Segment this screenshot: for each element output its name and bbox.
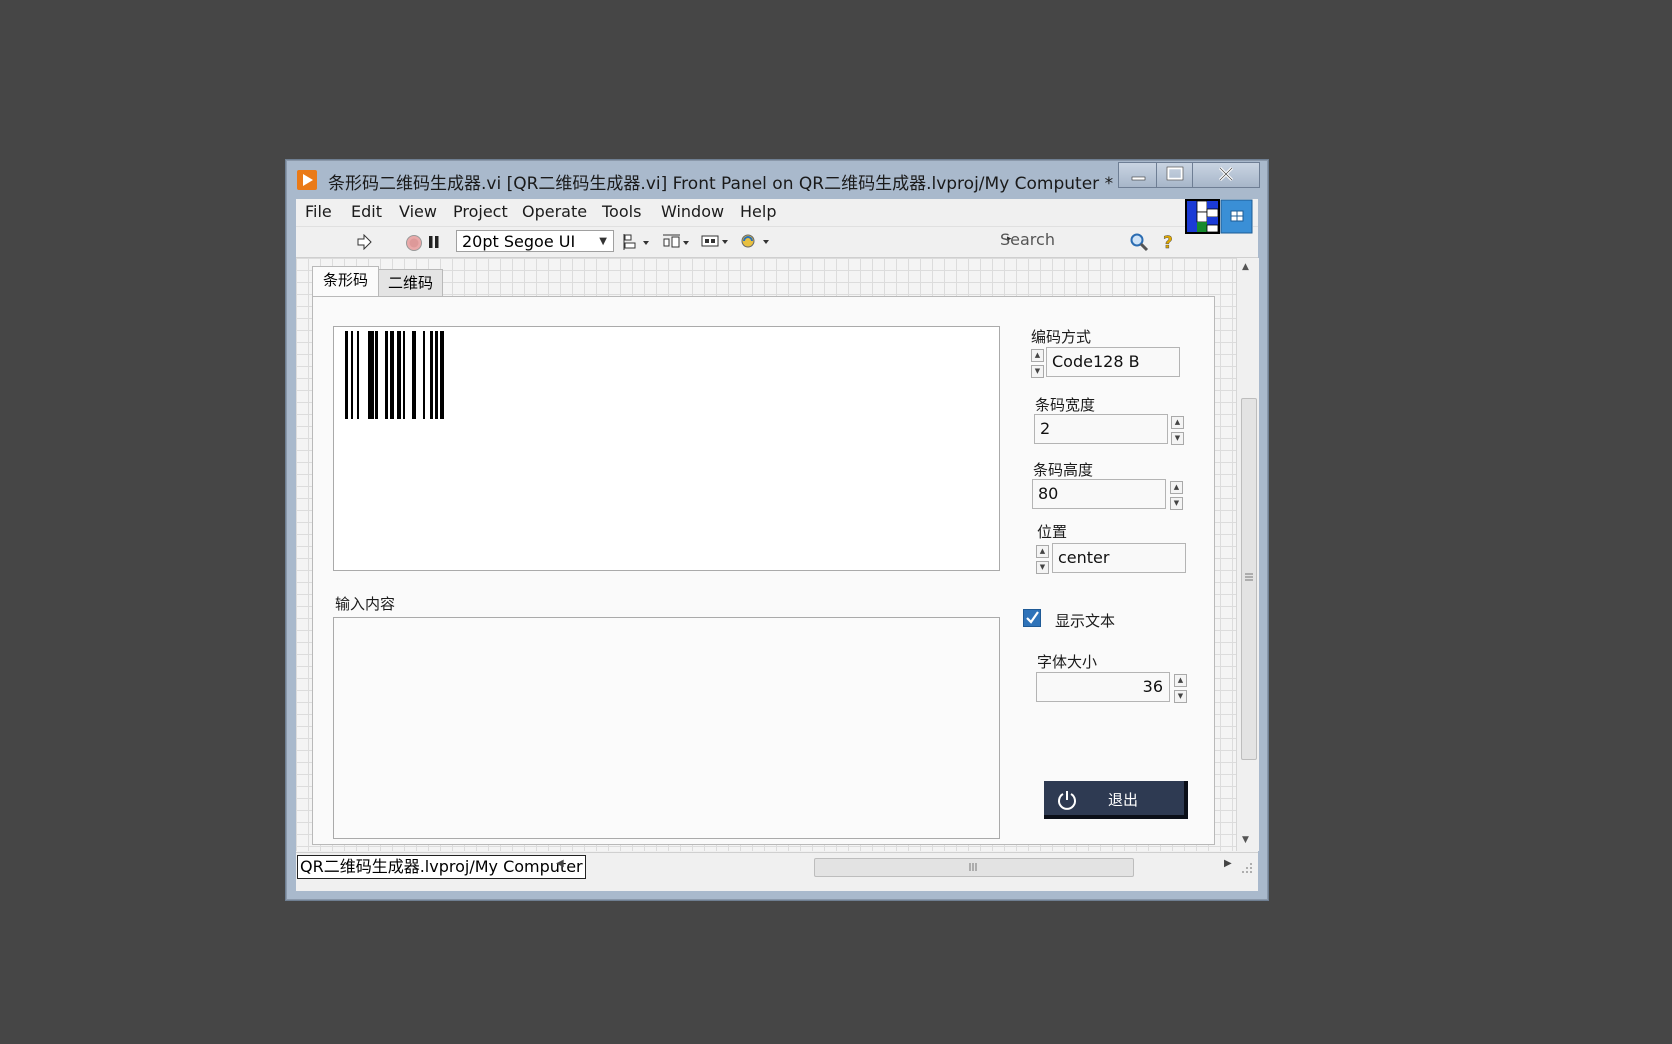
- decrement-arrow-icon[interactable]: ▼: [1036, 561, 1049, 574]
- minimize-button[interactable]: [1118, 162, 1158, 188]
- font-select[interactable]: 20pt Segoe UI ▼: [456, 230, 614, 252]
- distribute-objects-icon[interactable]: [662, 233, 690, 251]
- vi-icon-pane[interactable]: [1185, 199, 1253, 239]
- title-bar[interactable]: 条形码二维码生成器.vi [QR二维码生成器.vi] Front Panel o…: [286, 160, 1268, 194]
- bar-width-label: 条码宽度: [1035, 396, 1096, 414]
- scroll-up-icon[interactable]: ▲: [1242, 262, 1249, 272]
- search-icon[interactable]: [1129, 232, 1149, 252]
- menu-file[interactable]: File: [305, 202, 332, 221]
- increment-arrow-icon[interactable]: ▲: [1170, 481, 1183, 494]
- font-size-label: 字体大小: [1037, 653, 1098, 671]
- vi-connector-icon: [1185, 199, 1253, 234]
- tab-qrcode[interactable]: 二维码: [378, 269, 443, 296]
- scroll-down-icon[interactable]: ▼: [1242, 835, 1249, 845]
- menu-tools[interactable]: Tools: [602, 202, 641, 221]
- position-label: 位置: [1037, 523, 1068, 541]
- horizontal-scroll-thumb[interactable]: [814, 858, 1134, 877]
- scroll-left-icon[interactable]: ◀: [556, 858, 564, 869]
- menu-edit[interactable]: Edit: [351, 202, 382, 221]
- barcode-display: [333, 326, 1000, 571]
- font-size-field[interactable]: 36: [1036, 672, 1170, 702]
- quit-label: 退出: [1108, 791, 1139, 809]
- increment-arrow-icon[interactable]: ▲: [1031, 349, 1044, 362]
- bar-height-label: 条码高度: [1033, 461, 1094, 479]
- window-title: 条形码二维码生成器.vi [QR二维码生成器.vi] Front Panel o…: [328, 174, 1114, 194]
- quit-button[interactable]: 退出: [1044, 781, 1188, 819]
- front-panel: 条形码 二维码 输入内容 编码方式 ▲ ▼ Code128 B 条码宽度 2 ▲…: [296, 258, 1236, 851]
- decrement-arrow-icon[interactable]: ▼: [1174, 690, 1187, 703]
- increment-arrow-icon[interactable]: ▲: [1171, 416, 1184, 429]
- show-text-checkbox[interactable]: [1023, 609, 1041, 627]
- labview-window: 条形码二维码生成器.vi [QR二维码生成器.vi] Front Panel o…: [285, 159, 1269, 901]
- bar-width-field[interactable]: 2: [1034, 414, 1168, 444]
- align-objects-icon[interactable]: [623, 233, 651, 251]
- power-icon: [1058, 791, 1076, 810]
- scroll-right-icon[interactable]: ▶: [1224, 858, 1232, 869]
- close-button[interactable]: [1192, 162, 1260, 188]
- encoding-ring[interactable]: Code128 B: [1046, 347, 1180, 377]
- menu-help[interactable]: Help: [740, 202, 776, 221]
- menu-bar: File Edit View Project Operate Tools Win…: [296, 199, 1258, 227]
- svg-text:?: ?: [1163, 233, 1173, 252]
- pause-icon[interactable]: [427, 235, 441, 249]
- resize-grip-icon[interactable]: [1240, 861, 1254, 875]
- menu-operate[interactable]: Operate: [522, 202, 587, 221]
- content-input[interactable]: [333, 617, 1000, 839]
- position-stepper[interactable]: ▲ ▼: [1036, 545, 1050, 575]
- project-path[interactable]: QR二维码生成器.lvproj/My Computer: [297, 855, 586, 879]
- encoding-stepper[interactable]: ▲ ▼: [1031, 349, 1045, 379]
- vertical-scrollbar[interactable]: ▲ ▼: [1236, 258, 1259, 851]
- tab-page-barcode: 输入内容 编码方式 ▲ ▼ Code128 B 条码宽度 2 ▲ ▼ 条码高度: [312, 296, 1215, 845]
- decrement-arrow-icon[interactable]: ▼: [1170, 497, 1183, 510]
- checkmark-icon: [1026, 611, 1039, 624]
- toolbar: 20pt Segoe UI ▼ ▸ Search ?: [296, 227, 1258, 258]
- bar-height-field[interactable]: 80: [1032, 479, 1166, 509]
- abort-icon[interactable]: [405, 234, 423, 252]
- input-label: 输入内容: [335, 595, 396, 613]
- menu-project[interactable]: Project: [453, 202, 508, 221]
- resize-objects-icon[interactable]: [701, 232, 729, 250]
- bar-width-stepper[interactable]: ▲ ▼: [1171, 416, 1185, 446]
- search-input[interactable]: Search: [988, 230, 1118, 252]
- chevron-down-icon: ▼: [599, 236, 607, 247]
- status-bar: QR二维码生成器.lvproj/My Computer ◀ ▶: [296, 852, 1258, 879]
- run-arrow-icon[interactable]: [356, 234, 372, 250]
- encoding-label: 编码方式: [1031, 328, 1092, 346]
- increment-arrow-icon[interactable]: ▲: [1036, 545, 1049, 558]
- search-placeholder: Search: [1000, 230, 1055, 249]
- decrement-arrow-icon[interactable]: ▼: [1171, 432, 1184, 445]
- vertical-scroll-thumb[interactable]: [1241, 398, 1257, 760]
- barcode-image: [345, 331, 444, 419]
- client-area: File Edit View Project Operate Tools Win…: [296, 199, 1259, 891]
- position-ring[interactable]: center: [1052, 543, 1186, 573]
- increment-arrow-icon[interactable]: ▲: [1174, 674, 1187, 687]
- context-help-icon[interactable]: ?: [1160, 232, 1176, 252]
- bar-height-stepper[interactable]: ▲ ▼: [1170, 481, 1184, 511]
- labview-run-icon: [297, 170, 317, 190]
- decrement-arrow-icon[interactable]: ▼: [1031, 365, 1044, 378]
- font-size-stepper[interactable]: ▲ ▼: [1174, 674, 1188, 704]
- show-text-label: 显示文本: [1055, 612, 1116, 630]
- menu-window[interactable]: Window: [661, 202, 724, 221]
- reorder-icon[interactable]: [740, 232, 770, 250]
- tab-barcode[interactable]: 条形码: [312, 266, 379, 297]
- maximize-button[interactable]: [1156, 162, 1194, 188]
- menu-view[interactable]: View: [399, 202, 437, 221]
- font-select-value: 20pt Segoe UI: [462, 232, 576, 251]
